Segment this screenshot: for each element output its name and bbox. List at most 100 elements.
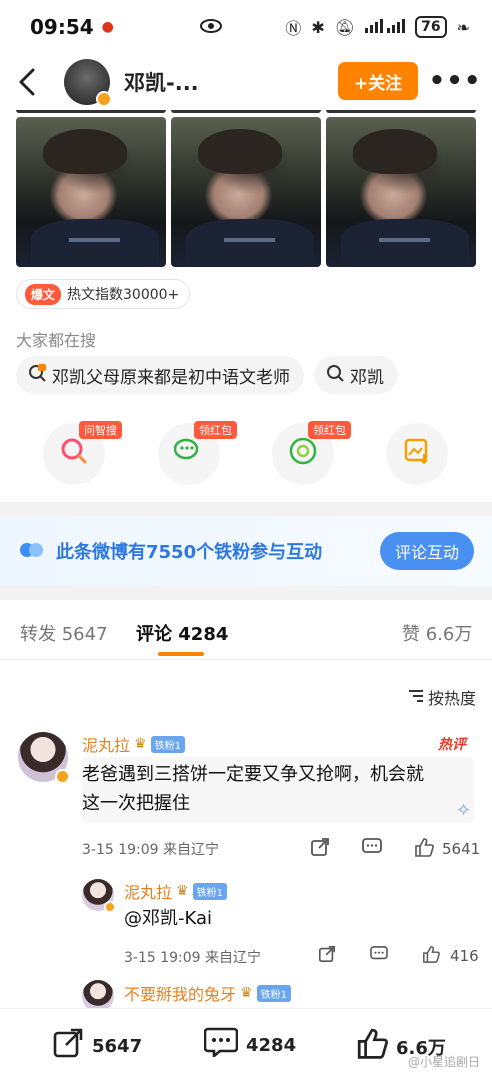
comment-interact-button[interactable]: 评论互动 — [380, 532, 474, 570]
avatar[interactable] — [82, 879, 116, 913]
section-divider — [0, 586, 492, 600]
zhisou-button[interactable]: 问智搜 — [43, 421, 122, 485]
reply-author[interactable]: 不要掰我的兔牙 ♛ 铁粉1 — [124, 981, 291, 1005]
watermark: @小星追剧日 — [408, 1055, 481, 1069]
reply-actions: 416 — [318, 945, 479, 967]
bluetooth-icon: ✱ — [311, 17, 325, 37]
sort-label: 按热度 — [428, 689, 477, 708]
hot-tag: 爆文 — [25, 283, 62, 305]
top-nav: 邓凯-... +关注 ••• — [0, 54, 492, 110]
wechat-share-button[interactable]: 领红包 — [158, 421, 237, 485]
reply-meta: 3-15 19:09 来自辽宁 — [124, 950, 262, 966]
repost-button[interactable]: 5647 — [52, 1027, 142, 1066]
hot-comment-label: 热评 — [438, 737, 466, 753]
nfc-icon: Ⓝ — [285, 19, 302, 38]
leaf-icon: ❧ — [456, 17, 470, 37]
active-tab-indicator — [158, 652, 204, 656]
post-photo[interactable] — [326, 117, 476, 267]
verified-badge-icon — [96, 91, 112, 107]
fan-level-tag: 铁粉1 — [256, 984, 291, 1002]
like-count: 416 — [450, 947, 479, 965]
app-notification-icon: ● — [101, 19, 114, 35]
like-icon[interactable] — [422, 945, 440, 967]
tab-comments[interactable]: 评论 4284 — [136, 620, 228, 646]
share-badge: 领红包 — [308, 421, 351, 439]
avatar[interactable] — [64, 59, 112, 107]
bottom-action-bar: 5647 4284 6.6万 @小星追剧日 — [0, 1008, 492, 1080]
tab-likes[interactable]: 赞 6.6万 — [402, 620, 472, 646]
user-name[interactable]: 邓凯-... — [124, 67, 199, 97]
search-suggestions-title: 大家都在搜 — [16, 331, 97, 350]
sparkle-icon: ✧ — [456, 800, 472, 821]
post-photo[interactable] — [171, 117, 321, 267]
fans-icon — [20, 543, 46, 559]
battery-indicator: 76 — [415, 16, 447, 38]
reply-author-name: 不要掰我的兔牙 — [124, 985, 237, 1004]
search-chip-label: 邓凯 — [350, 367, 384, 388]
like-icon — [356, 1027, 388, 1066]
post-tabs: 转发 5647 评论 4284 赞 6.6万 — [0, 600, 492, 660]
reply-author[interactable]: 泥丸拉 ♛ 铁粉1 — [124, 879, 227, 903]
hot-index-text: 热文指数30000+ — [67, 287, 180, 303]
signal-icon — [365, 17, 406, 37]
comment-icon[interactable] — [370, 946, 388, 966]
comment-text-line: 这一次把握住 — [82, 793, 190, 814]
share-icon[interactable] — [318, 945, 336, 967]
share-icon[interactable] — [310, 837, 330, 861]
repost-icon — [52, 1027, 84, 1066]
hot-index-badge[interactable]: 爆文 热文指数30000+ — [16, 279, 191, 309]
comment-author-name: 泥丸拉 — [82, 736, 131, 755]
status-time: 09:54 — [30, 15, 94, 39]
fans-interaction-banner: 此条微博有7550个铁粉参与互动 评论互动 — [0, 516, 492, 586]
repost-count: 5647 — [92, 1036, 143, 1057]
comment-icon[interactable] — [362, 838, 382, 860]
post-photo[interactable] — [16, 117, 166, 267]
comment-actions: 5641 — [310, 837, 480, 861]
fan-level-tag: 铁粉1 — [150, 735, 185, 753]
verified-badge-icon — [55, 769, 70, 784]
mute-icon: 🔕︎ — [334, 17, 356, 37]
avatar[interactable] — [18, 732, 70, 784]
sort-icon — [408, 688, 424, 707]
moments-share-button[interactable]: 领红包 — [272, 421, 351, 485]
comment-text[interactable]: 老爸遇到三搭饼一定要又争又抢啊，机会就 这一次把握住 — [82, 760, 424, 818]
share-row: 问智搜 领红包 领红包 — [43, 421, 463, 485]
share-badge: 领红包 — [194, 421, 237, 439]
zhisou-icon — [60, 437, 88, 472]
reply-author-name: 泥丸拉 — [124, 883, 173, 902]
previous-photo-row-edge — [16, 110, 476, 113]
fan-level-tag: 铁粉1 — [192, 882, 227, 900]
verified-badge-icon — [104, 901, 116, 913]
crown-icon: ♛ — [134, 736, 147, 752]
crown-icon: ♛ — [240, 985, 253, 1001]
photo-grid — [16, 117, 476, 267]
comment-button[interactable]: 4284 — [203, 1027, 296, 1064]
search-chip-label: 邓凯父母原来都是初中语文老师 — [52, 367, 290, 388]
share-badge: 问智搜 — [79, 421, 122, 439]
search-chip[interactable]: 邓凯父母原来都是初中语文老师 — [16, 356, 304, 394]
save-image-button[interactable] — [386, 423, 448, 485]
moments-icon — [289, 437, 317, 472]
fans-banner-text: 此条微博有7550个铁粉参与互动 — [56, 542, 323, 563]
sort-button[interactable]: 按热度 — [408, 685, 476, 709]
follow-button[interactable]: +关注 — [338, 62, 418, 100]
wechat-icon — [173, 438, 204, 471]
comment-author[interactable]: 泥丸拉 ♛ 铁粉1 — [82, 732, 185, 756]
comment-icon — [203, 1027, 239, 1064]
search-icon — [326, 364, 344, 386]
eye-icon — [200, 17, 222, 39]
status-bar: 09:54 ● Ⓝ ✱ 🔕︎ 76 ❧ — [0, 0, 492, 54]
reply-text[interactable]: @邓凯-Kai — [124, 904, 212, 933]
back-arrow-icon[interactable] — [0, 54, 54, 110]
comment-meta: 3-15 19:09 来自辽宁 — [82, 842, 220, 858]
tab-repost[interactable]: 转发 5647 — [20, 620, 108, 646]
hot-search-icon — [28, 364, 46, 386]
more-options-button[interactable]: ••• — [429, 62, 481, 100]
search-chip[interactable]: 邓凯 — [314, 356, 398, 394]
like-icon[interactable] — [414, 837, 434, 861]
search-suggestions: 邓凯父母原来都是初中语文老师 邓凯 — [16, 356, 398, 394]
like-count: 5641 — [442, 840, 481, 858]
save-image-icon — [404, 438, 430, 471]
section-divider — [0, 502, 492, 516]
comment-text-line: 老爸遇到三搭饼一定要又争又抢啊，机会就 — [82, 764, 424, 785]
